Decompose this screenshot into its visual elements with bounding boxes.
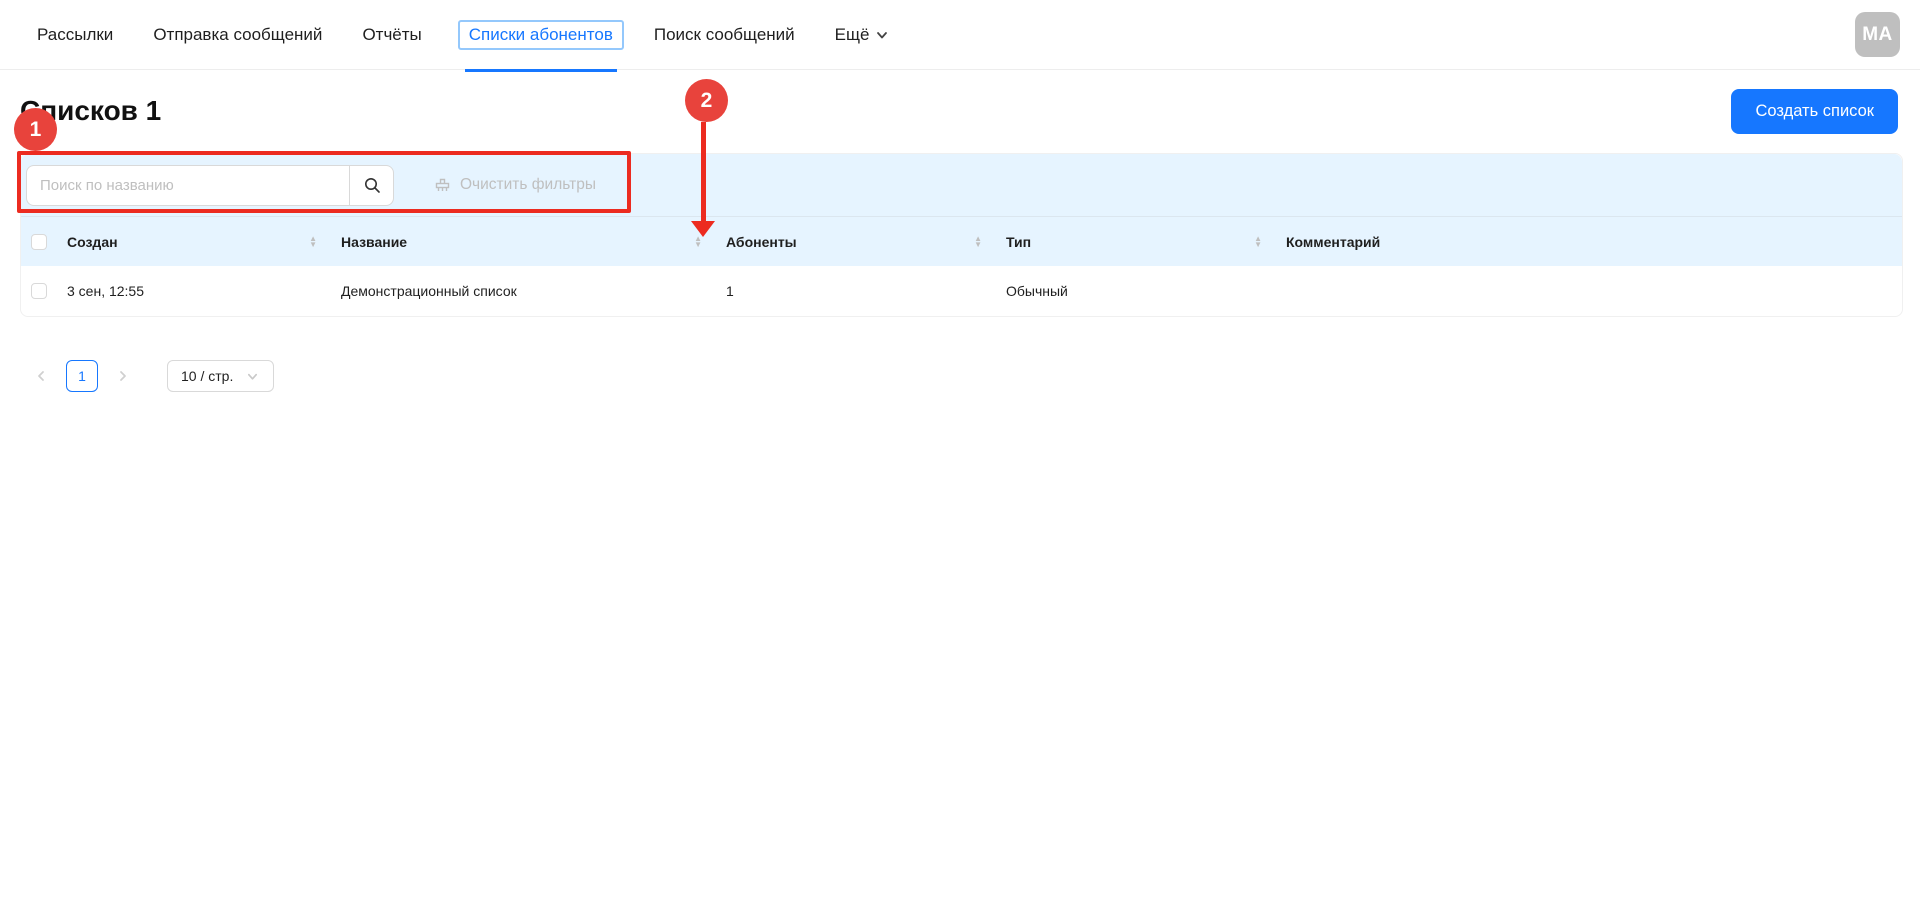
cell-name: Демонстрационный список	[331, 266, 716, 316]
search-button[interactable]	[349, 165, 394, 206]
column-header-created[interactable]: Создан ▲▼	[57, 217, 331, 266]
search-group	[26, 165, 394, 206]
cell-type: Обычный	[996, 266, 1276, 316]
column-label-comment: Комментарий	[1286, 234, 1380, 250]
page-title: Списков 1	[20, 95, 161, 127]
top-navbar: Рассылки Отправка сообщений Отчёты Списк…	[0, 0, 1920, 70]
column-header-name[interactable]: Название ▲▼	[331, 217, 716, 266]
tab-message-search[interactable]: Поиск сообщений	[654, 0, 795, 70]
prev-page-button[interactable]	[25, 360, 57, 392]
tab-mailings-label: Рассылки	[37, 21, 113, 49]
table-row[interactable]: 3 сен, 12:55 Демонстрационный список 1 О…	[21, 266, 1902, 316]
cell-created-value: 3 сен, 12:55	[67, 283, 144, 299]
row-select-cell	[21, 266, 57, 316]
select-all-cell	[21, 217, 57, 266]
table-header-row: Создан ▲▼ Название ▲▼ Абоненты ▲▼ Тип ▲▼…	[21, 216, 1902, 266]
column-header-comment: Комментарий	[1276, 217, 1902, 266]
tab-message-search-label: Поиск сообщений	[654, 21, 795, 49]
tab-send-messages[interactable]: Отправка сообщений	[153, 0, 322, 70]
chevron-down-icon	[876, 29, 888, 41]
sort-created-icon[interactable]: ▲▼	[309, 236, 317, 248]
tab-reports-label: Отчёты	[362, 21, 421, 49]
cell-subscribers: 1	[716, 266, 996, 316]
chevron-left-icon	[35, 370, 47, 382]
clear-filters-label: Очистить фильтры	[460, 176, 596, 194]
tab-subscriber-lists[interactable]: Списки абонентов	[458, 0, 624, 70]
page-size-select[interactable]: 10 / стр.	[167, 360, 274, 392]
select-all-checkbox[interactable]	[31, 234, 47, 250]
tab-more[interactable]: Ещё	[835, 0, 889, 70]
tab-reports[interactable]: Отчёты	[362, 0, 421, 70]
column-label-name: Название	[341, 234, 407, 250]
tab-more-label: Ещё	[835, 21, 870, 49]
column-header-subscribers[interactable]: Абоненты ▲▼	[716, 217, 996, 266]
lists-panel: Очистить фильтры Создан ▲▼ Название ▲▼ А…	[20, 153, 1903, 317]
cell-comment	[1276, 266, 1902, 316]
sort-type-icon[interactable]: ▲▼	[1254, 236, 1262, 248]
create-list-button[interactable]: Создать список	[1731, 89, 1898, 134]
filter-bar: Очистить фильтры	[21, 154, 1902, 216]
page-header: Списков 1 Создать список	[20, 88, 1898, 134]
column-label-created: Создан	[67, 234, 118, 250]
broom-icon	[434, 177, 451, 194]
next-page-button[interactable]	[107, 360, 139, 392]
sort-subscribers-icon[interactable]: ▲▼	[974, 236, 982, 248]
cell-name-value: Демонстрационный список	[341, 283, 517, 299]
row-checkbox[interactable]	[31, 283, 47, 299]
tab-mailings[interactable]: Рассылки	[37, 0, 113, 70]
tab-subscriber-lists-label: Списки абонентов	[458, 20, 624, 50]
magnifier-icon	[363, 176, 381, 194]
cell-created: 3 сен, 12:55	[57, 266, 331, 316]
cell-subscribers-value: 1	[726, 283, 734, 299]
pagination: 1 10 / стр.	[25, 360, 274, 392]
clear-filters-button[interactable]: Очистить фильтры	[434, 176, 596, 194]
avatar[interactable]: MA	[1855, 12, 1900, 57]
page-size-value: 10 / стр.	[181, 368, 233, 384]
sort-name-icon[interactable]: ▲▼	[694, 236, 702, 248]
cell-type-value: Обычный	[1006, 283, 1068, 299]
column-header-type[interactable]: Тип ▲▼	[996, 217, 1276, 266]
column-label-subscribers: Абоненты	[726, 234, 797, 250]
column-label-type: Тип	[1006, 234, 1031, 250]
chevron-right-icon	[117, 370, 129, 382]
tab-send-messages-label: Отправка сообщений	[153, 21, 322, 49]
search-input[interactable]	[26, 165, 349, 206]
chevron-down-icon	[247, 371, 258, 382]
page-1-button[interactable]: 1	[66, 360, 98, 392]
